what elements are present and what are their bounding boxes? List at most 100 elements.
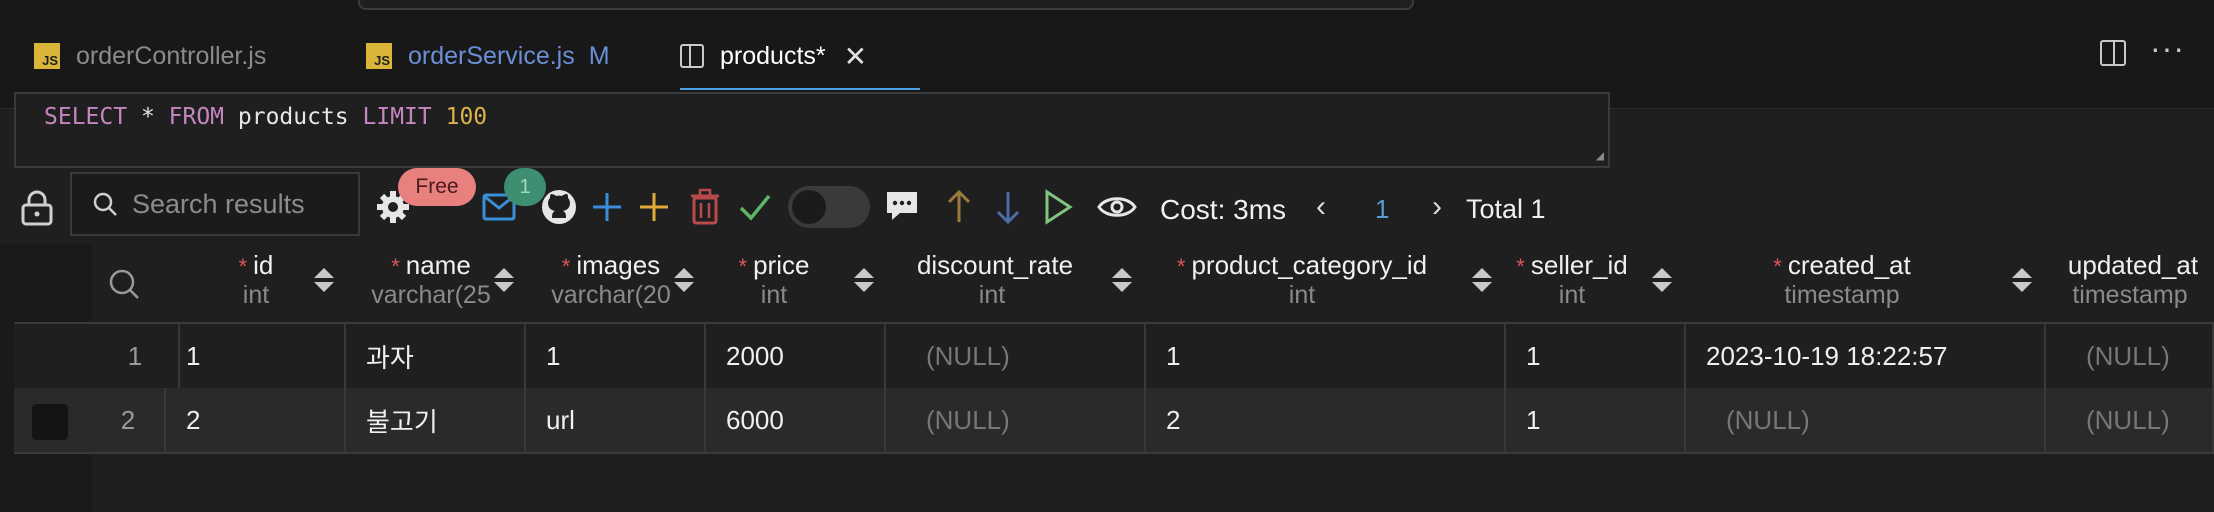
tab-label: orderService.js xyxy=(408,41,575,70)
column-type: int xyxy=(1558,281,1586,309)
page-number[interactable]: 1 xyxy=(1375,194,1389,225)
table-split-icon xyxy=(680,44,704,68)
table-cell[interactable]: 1 xyxy=(1506,324,1686,388)
column-name: product_category_id xyxy=(1191,250,1428,280)
table-cell[interactable]: 2023-10-19 18:22:57 xyxy=(1686,324,2046,388)
free-badge: Free xyxy=(398,168,476,206)
search-placeholder: Search results xyxy=(132,188,305,219)
required-marker: * xyxy=(1773,254,1782,279)
js-file-icon: JS xyxy=(366,43,392,69)
query-cost: Cost: 3ms xyxy=(1160,194,1287,225)
required-marker: * xyxy=(238,254,248,279)
column-type: varchar(25 xyxy=(371,281,491,309)
table-cell[interactable]: 1 xyxy=(166,324,346,388)
eye-icon[interactable] xyxy=(1096,192,1138,222)
tab-products[interactable]: products* ✕ xyxy=(680,22,920,90)
check-icon[interactable] xyxy=(738,192,772,222)
table-cell[interactable]: (NULL) xyxy=(886,388,1146,452)
search-icon xyxy=(93,192,117,216)
sql-number: 100 xyxy=(431,104,488,130)
table-cell[interactable]: 2 xyxy=(166,388,346,452)
tab-order-controller[interactable]: JS orderController.js xyxy=(34,22,266,90)
table-cell[interactable]: (NULL) xyxy=(2046,388,2214,452)
column-header-name[interactable]: * name varchar(25 xyxy=(346,244,516,320)
required-marker: * xyxy=(391,254,400,279)
required-marker: * xyxy=(1516,254,1525,279)
resize-grip-icon[interactable]: ◢ xyxy=(1596,148,1604,164)
table-cell[interactable]: 2000 xyxy=(706,324,886,388)
total-count: Total 1 xyxy=(1466,194,1546,224)
sql-keyword: SELECT xyxy=(44,104,128,130)
column-header-discount-rate[interactable]: discount_rate int xyxy=(886,244,1098,320)
run-icon[interactable] xyxy=(1042,188,1074,226)
column-header-seller-id[interactable]: * seller_id int xyxy=(1506,244,1638,320)
table-cell[interactable]: 2 xyxy=(1146,388,1506,452)
column-name: images xyxy=(576,250,661,280)
table-cell[interactable]: (NULL) xyxy=(1686,388,2046,452)
add-row-icon[interactable] xyxy=(590,190,624,224)
column-name: discount_rate xyxy=(916,250,1074,280)
column-type: int xyxy=(760,281,788,309)
row-number[interactable]: 2 xyxy=(92,388,166,452)
column-type: int xyxy=(1288,281,1316,309)
table-cell[interactable]: 1 xyxy=(526,324,706,388)
auto-commit-toggle[interactable] xyxy=(788,186,870,228)
sql-keyword: FROM xyxy=(168,104,225,130)
close-icon[interactable]: ✕ xyxy=(844,40,867,73)
results-grid: * id int * name varchar(25 * images varchar… xyxy=(0,244,2214,512)
tab-label: products* xyxy=(720,41,826,70)
table-cell[interactable]: (NULL) xyxy=(2046,324,2214,388)
column-type: int xyxy=(978,281,1006,309)
prev-page-icon[interactable]: ‹ xyxy=(1316,190,1326,224)
table-cell[interactable]: url xyxy=(526,388,706,452)
column-type: timestamp xyxy=(2072,281,2188,309)
column-name: id xyxy=(253,250,274,280)
table-row[interactable]: 2 2 불고기 url 6000 (NULL) 2 1 (NULL) (NULL… xyxy=(14,388,2214,454)
column-name: name xyxy=(405,250,471,280)
github-icon[interactable] xyxy=(540,188,578,226)
js-file-icon: JS xyxy=(34,43,60,69)
required-marker: * xyxy=(561,254,571,279)
comment-icon[interactable] xyxy=(884,188,920,224)
column-name: price xyxy=(753,250,810,280)
grid-search-icon[interactable] xyxy=(108,268,140,300)
search-results-input[interactable]: Search results xyxy=(70,172,360,236)
column-name: created_at xyxy=(1787,250,1911,280)
column-header-price[interactable]: * price int xyxy=(706,244,842,320)
table-cell[interactable]: 과자 xyxy=(346,324,526,388)
more-actions-icon[interactable]: ··· xyxy=(2150,30,2185,67)
required-marker: * xyxy=(1176,254,1186,279)
active-tab-indicator xyxy=(680,88,920,90)
table-row[interactable]: 1 1 과자 1 2000 (NULL) 1 1 2023-10-19 18:2… xyxy=(14,322,2214,388)
sql-editor[interactable]: SELECT * FROM products LIMIT 100 ◢ xyxy=(14,92,1610,168)
arrow-up-icon[interactable] xyxy=(944,188,974,226)
column-type: timestamp xyxy=(1784,281,1900,309)
column-header-product-category-id[interactable]: * product_category_id int xyxy=(1146,244,1458,320)
table-cell[interactable]: 불고기 xyxy=(346,388,526,452)
required-marker: * xyxy=(738,254,748,279)
modified-badge: M xyxy=(588,41,610,70)
column-header-images[interactable]: * images varchar(20 xyxy=(526,244,696,320)
column-name: updated_at xyxy=(2067,250,2199,280)
tab-label: orderController.js xyxy=(76,41,267,70)
table-cell[interactable]: 6000 xyxy=(706,388,886,452)
next-page-icon[interactable]: › xyxy=(1432,190,1442,224)
results-toolbar: Search results Free 1 Cost: 3ms ‹ 1 › To… xyxy=(0,168,2214,244)
command-center[interactable] xyxy=(358,0,1414,10)
split-editor-icon[interactable] xyxy=(2100,40,2126,66)
lock-icon[interactable] xyxy=(20,190,54,226)
column-header-updated-at[interactable]: updated_at timestamp xyxy=(2046,244,2214,320)
column-name: seller_id xyxy=(1530,250,1628,280)
arrow-down-icon[interactable] xyxy=(993,188,1023,226)
sql-text: products xyxy=(224,104,363,130)
table-cell[interactable]: 1 xyxy=(1146,324,1506,388)
column-header-created-at[interactable]: * created_at timestamp xyxy=(1686,244,1998,320)
trash-icon[interactable] xyxy=(688,188,722,226)
sql-keyword: LIMIT xyxy=(362,104,432,130)
table-cell[interactable]: 1 xyxy=(1506,388,1686,452)
add-column-icon[interactable] xyxy=(637,190,671,224)
row-select-checkbox[interactable] xyxy=(32,404,68,440)
table-cell[interactable]: (NULL) xyxy=(886,324,1146,388)
tab-order-service[interactable]: JS orderService.js M xyxy=(366,22,610,90)
sql-text: * xyxy=(127,104,169,130)
